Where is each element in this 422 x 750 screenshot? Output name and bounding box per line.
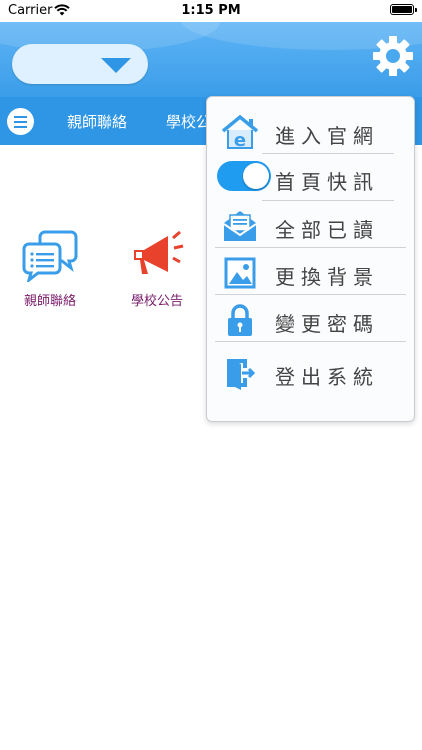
menu-item-change-background[interactable]: 更換背景 (207, 250, 414, 296)
mail-read-icon (223, 211, 257, 241)
menu-item-label: 首頁快訊 (275, 170, 379, 194)
lock-icon (228, 304, 252, 336)
hamburger-menu-button[interactable] (7, 108, 34, 135)
menu-item-label: 全部已讀 (275, 218, 379, 242)
tab-parent-teacher[interactable]: 親師聯絡 (67, 111, 127, 132)
app-parent-teacher[interactable]: 親師聯絡 (5, 226, 95, 309)
home-e-icon: e (221, 115, 259, 149)
picture-icon (224, 257, 256, 289)
menu-item-label: 登出系統 (275, 365, 379, 389)
chat-bubbles-icon (22, 230, 78, 285)
battery-icon (390, 4, 417, 15)
tab-school-announcements[interactable]: 學校公 (166, 111, 211, 132)
app-school-announcements[interactable]: 學校公告 (112, 226, 202, 309)
settings-popup-menu: e 進入官網 首頁快訊 全部已讀 更換背景 變更密碼 登出系統 (206, 96, 415, 422)
gear-icon[interactable] (371, 34, 415, 78)
clock: 1:15 PM (181, 3, 241, 18)
menu-item-change-password[interactable]: 變更密碼 (207, 297, 414, 343)
home-news-toggle[interactable] (217, 161, 271, 191)
menu-item-official-site[interactable]: e 進入官網 (207, 109, 414, 155)
menu-item-label: 進入官網 (275, 124, 379, 148)
chevron-down-icon (101, 58, 131, 73)
logout-door-icon (227, 359, 256, 390)
menu-item-mark-all-read[interactable]: 全部已讀 (207, 203, 414, 249)
app-header (0, 22, 422, 97)
menu-item-logout[interactable]: 登出系統 (207, 350, 414, 396)
menu-item-label: 變更密碼 (275, 312, 379, 336)
app-label: 學校公告 (130, 294, 183, 309)
menu-item-label: 更換背景 (275, 265, 379, 289)
svg-text:e: e (234, 130, 246, 149)
megaphone-icon (134, 230, 184, 274)
class-selector-dropdown[interactable] (12, 44, 148, 84)
status-bar: Carrier 1:15 PM (0, 0, 422, 22)
app-label: 親師聯絡 (23, 294, 76, 309)
